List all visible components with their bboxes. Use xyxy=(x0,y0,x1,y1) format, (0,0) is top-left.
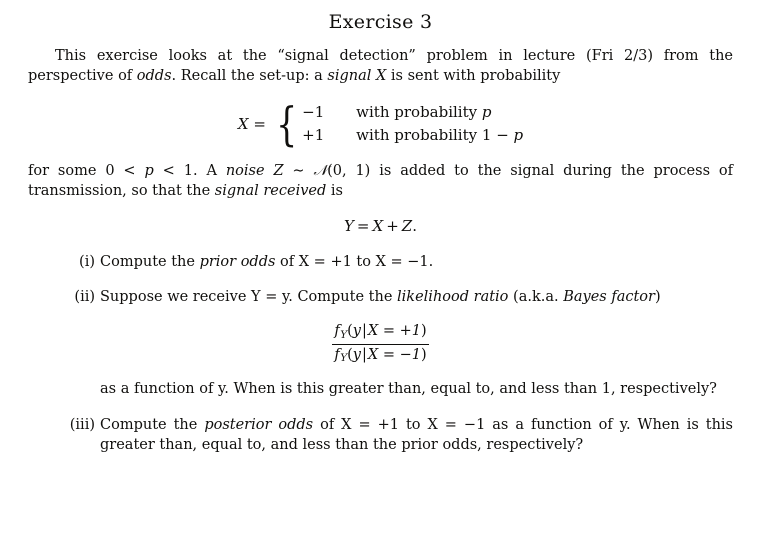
signal-received-emphasis: signal received xyxy=(214,183,327,200)
piecewise-value: −1 xyxy=(302,103,325,122)
intro-text-tail: . Recall the set-up: a xyxy=(171,68,328,85)
intro-emphasis-signal: signal xyxy=(327,68,372,85)
denominator-close-paren: ) xyxy=(420,346,427,363)
equation-y-equals: = xyxy=(356,216,370,235)
piecewise-block: X = { −1 with probability p +1 with prob… xyxy=(238,101,523,148)
item-iii-emphasis: posterior odds xyxy=(204,416,314,433)
item-i-text-before: Compute the xyxy=(100,253,200,270)
item-ii-text-before: Suppose we receive Y = y. Compute the xyxy=(100,289,398,306)
equation-y-definition: Y = X + Z. xyxy=(28,216,733,237)
piecewise-row: −1 with probability p xyxy=(302,101,523,124)
intro-text-tail2: is sent with probability xyxy=(386,68,561,85)
noise-paragraph: for some 0 < p < 1. A noise Z ∼ 𝒩(0, 1) … xyxy=(28,161,733,202)
piecewise-equals: = xyxy=(253,114,266,133)
equation-y-lhs: Y xyxy=(344,216,354,235)
normal-distribution-args: (0, 1) xyxy=(327,162,371,179)
numerator-condition: X = +1 xyxy=(367,322,421,339)
noise-text-part2: < 1. A xyxy=(153,162,226,179)
piecewise-condition-text: with probability 1 − xyxy=(356,126,514,145)
likelihood-fraction: fY(y|X = +1) fY(y|X = −1) xyxy=(332,322,429,367)
numerator-close-paren: ) xyxy=(420,322,427,339)
item-ii-emphasis-bayes: Bayes factor xyxy=(563,289,655,306)
numerator-bar: | xyxy=(362,322,367,339)
item-ii-text-mid: (a.k.a. xyxy=(508,289,564,306)
item-ii-continuation: as a function of y. When is this greater… xyxy=(100,381,717,398)
intro-variable-x: X xyxy=(375,68,387,85)
piecewise-condition-param: p xyxy=(481,103,492,122)
piecewise-lhs: X = xyxy=(238,114,272,135)
list-marker-iii: (iii) xyxy=(69,416,95,433)
noise-text-part4: is xyxy=(326,183,343,200)
denominator-f: f xyxy=(334,346,340,363)
list-item-i: (i) Compute the prior odds of X = +1 to X… xyxy=(28,252,733,273)
fraction-numerator: fY(y|X = +1) xyxy=(332,322,429,345)
intro-paragraph: This exercise looks at the “signal detec… xyxy=(28,46,733,87)
equation-y-rhs-z: Z xyxy=(401,216,413,235)
left-brace-glyph: { xyxy=(275,96,298,151)
piecewise-lhs-var: X xyxy=(237,114,249,133)
piecewise-condition: with probability p xyxy=(332,101,491,124)
list-item-ii: (ii) Suppose we receive Y = y. Compute th… xyxy=(28,287,733,308)
item-iii-text-before: Compute the xyxy=(100,416,205,433)
numerator-arg: y xyxy=(352,322,361,339)
page-title: Exercise 3 xyxy=(328,11,433,33)
equation-y-plus: + xyxy=(386,216,399,235)
normal-distribution-symbol: 𝒩 xyxy=(313,162,328,179)
likelihood-ratio-equation: fY(y|X = +1) fY(y|X = −1) xyxy=(28,322,733,366)
fraction-denominator: fY(y|X = −1) xyxy=(332,345,428,367)
list-marker-i: (i) xyxy=(79,253,95,270)
noise-emphasis: noise xyxy=(225,162,265,179)
denominator-bar: | xyxy=(362,346,367,363)
numerator-f: f xyxy=(334,322,340,339)
list-marker-ii: (ii) xyxy=(74,289,95,306)
noise-tilde: ∼ xyxy=(283,162,314,179)
item-i-emphasis: prior odds xyxy=(199,253,276,270)
document-page: Exercise 3 This exercise looks at the “s… xyxy=(0,12,761,535)
piecewise-rows: −1 with probability p +1 with probabilit… xyxy=(302,101,523,148)
list-item-iii: (iii) Compute the posterior odds of X = +… xyxy=(28,415,733,456)
equation-y-period: . xyxy=(412,216,417,235)
item-i-text-after: of X = +1 to X = −1. xyxy=(275,253,434,270)
piecewise-equation: X = { −1 with probability p +1 with prob… xyxy=(28,101,733,148)
noise-param-p: p xyxy=(144,162,154,179)
item-ii-emphasis: likelihood ratio xyxy=(397,289,509,306)
noise-variable-z: Z xyxy=(273,162,284,179)
noise-text-part1: for some 0 < xyxy=(28,162,145,179)
denominator-condition: X = −1 xyxy=(367,346,421,363)
piecewise-value: +1 xyxy=(302,126,325,145)
exercise-list: (i) Compute the prior odds of X = +1 to X… xyxy=(28,252,733,456)
intro-emphasis-odds: odds xyxy=(136,68,172,85)
piecewise-condition-param: p xyxy=(513,126,524,145)
piecewise-condition: with probability 1 − p xyxy=(332,124,523,147)
denominator-arg: y xyxy=(352,346,361,363)
equation-y-rhs-x: X xyxy=(372,216,384,235)
piecewise-condition-text: with probability xyxy=(356,103,482,122)
item-ii-text-after: ) xyxy=(654,289,661,306)
piecewise-row: +1 with probability 1 − p xyxy=(302,124,523,147)
